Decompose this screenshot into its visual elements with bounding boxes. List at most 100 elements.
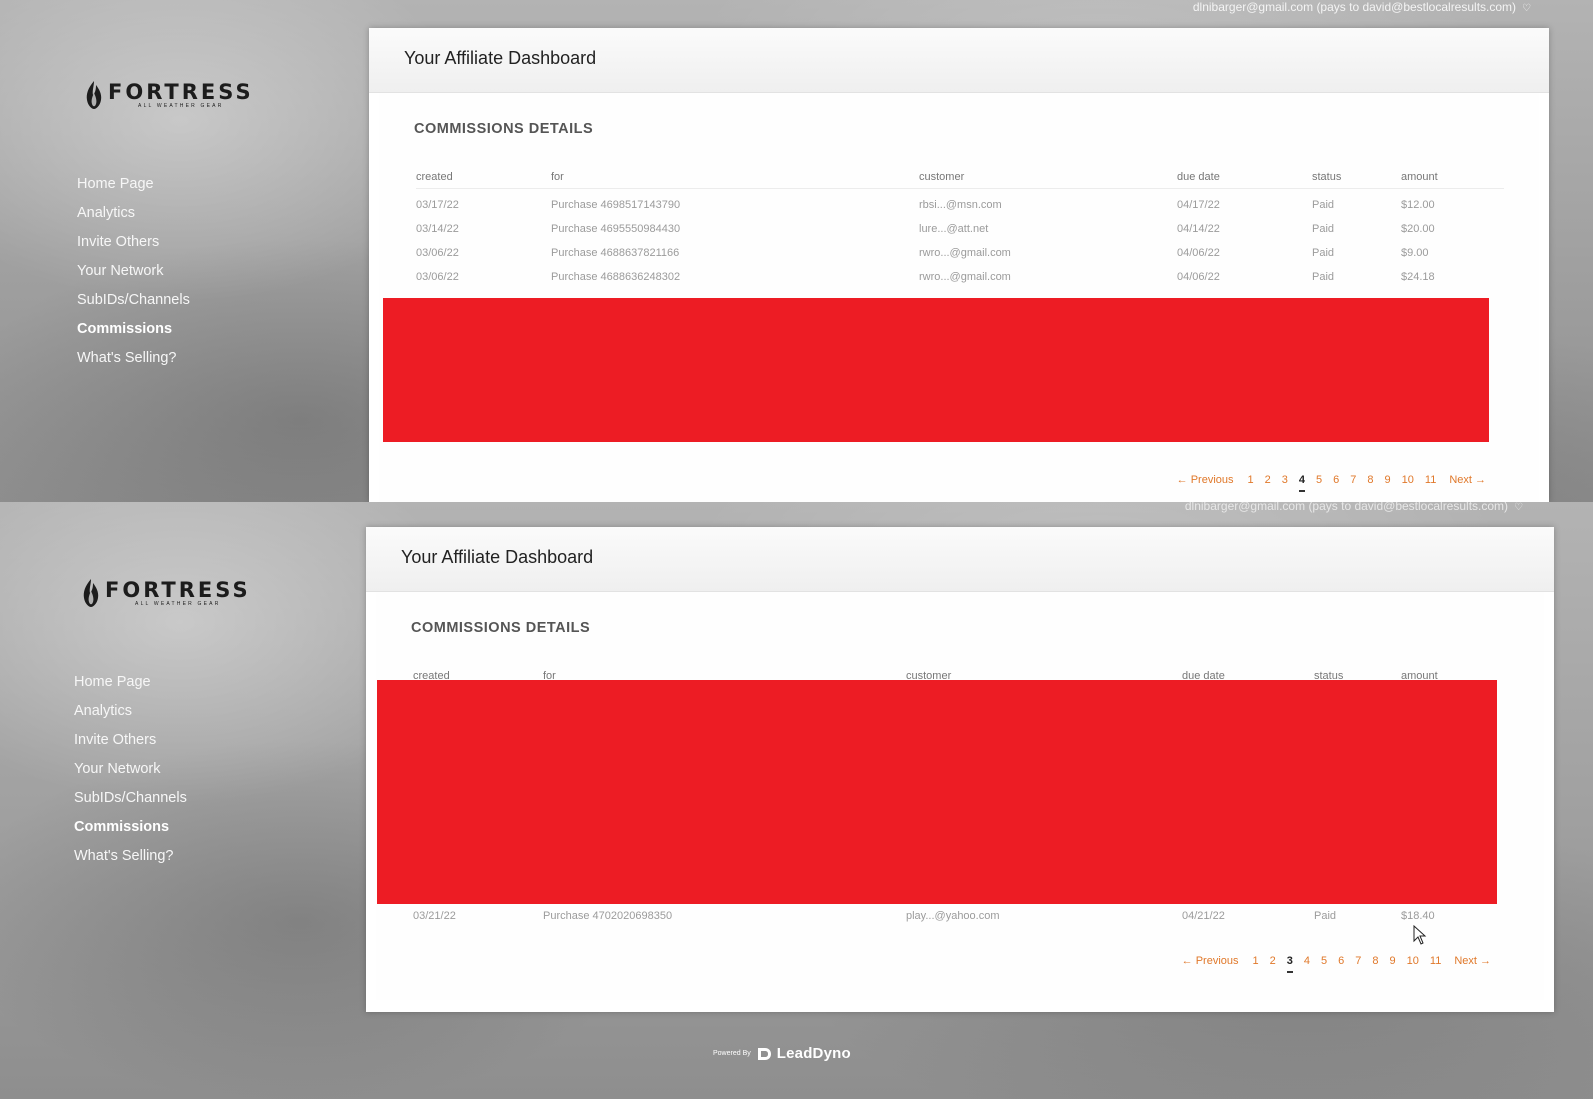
page-5[interactable]: 5 xyxy=(1316,474,1322,486)
commissions-card: COMMISSIONS DETAILS created for customer… xyxy=(379,93,1539,502)
cell-for: Purchase 4702020698350 xyxy=(543,910,673,922)
cell-created: 03/14/22 xyxy=(416,223,459,235)
cell-amount: $24.18 xyxy=(1401,271,1435,283)
cell-due-date: 04/17/22 xyxy=(1177,199,1220,211)
cell-amount: $12.00 xyxy=(1401,199,1435,211)
redaction-block xyxy=(383,298,1489,442)
logo-brand: FORTRESS xyxy=(105,577,251,602)
column-header-due-date[interactable]: due date xyxy=(1177,171,1220,183)
powered-by-label: Powered By xyxy=(713,1050,751,1057)
cell-status: Paid xyxy=(1312,247,1335,259)
cell-status: Paid xyxy=(1312,271,1335,283)
page-2[interactable]: 2 xyxy=(1270,955,1276,967)
leaddyno-logo-icon xyxy=(757,1047,771,1060)
cell-created: 03/17/22 xyxy=(416,199,459,211)
page-9[interactable]: 9 xyxy=(1390,955,1396,967)
pagination: ← Previous 1 2 3 4 5 6 7 8 9 10 11 Next … xyxy=(1177,474,1486,492)
cell-for: Purchase 4698517143790 xyxy=(551,199,681,211)
sidebar-nav: Home Page Analytics Invite Others Your N… xyxy=(74,668,187,871)
pagination-next[interactable]: Next → xyxy=(1454,955,1491,967)
nav-whats-selling[interactable]: What's Selling? xyxy=(74,842,187,871)
pagination-previous[interactable]: ← Previous xyxy=(1177,474,1234,486)
page-1[interactable]: 1 xyxy=(1253,955,1259,967)
cell-customer: play...@yahoo.com xyxy=(906,910,1000,922)
page-10[interactable]: 10 xyxy=(1407,955,1419,967)
account-email: dlnibarger@gmail.com (pays to david@best… xyxy=(1184,502,1509,513)
fortress-logo[interactable]: FORTRESS ALL WEATHER GEAR xyxy=(81,578,251,608)
page-6[interactable]: 6 xyxy=(1338,955,1344,967)
cell-customer: rwro...@gmail.com xyxy=(919,247,1011,259)
nav-subids-channels[interactable]: SubIDs/Channels xyxy=(77,286,190,315)
cell-customer: rwro...@gmail.com xyxy=(919,271,1011,283)
column-header-customer[interactable]: customer xyxy=(919,171,964,183)
commissions-card: COMMISSIONS DETAILS created for customer… xyxy=(376,592,1544,1000)
column-header-created[interactable]: created xyxy=(416,171,453,183)
page-9[interactable]: 9 xyxy=(1385,474,1391,486)
column-header-amount[interactable]: amount xyxy=(1401,171,1438,183)
nav-home-page[interactable]: Home Page xyxy=(74,668,187,697)
heart-outline-icon[interactable]: ♡ xyxy=(1514,502,1523,513)
page-2[interactable]: 2 xyxy=(1265,474,1271,486)
nav-whats-selling[interactable]: What's Selling? xyxy=(77,344,190,373)
account-email: dlnibarger@gmail.com (pays to david@best… xyxy=(1192,0,1517,14)
nav-commissions[interactable]: Commissions xyxy=(74,813,187,842)
fortress-logo[interactable]: FORTRESS ALL WEATHER GEAR xyxy=(84,80,254,110)
cell-customer: rbsi...@msn.com xyxy=(919,199,1002,211)
page-7[interactable]: 7 xyxy=(1350,474,1356,486)
header-divider xyxy=(416,188,1504,189)
section-title: COMMISSIONS DETAILS xyxy=(411,620,591,636)
cell-amount: $20.00 xyxy=(1401,223,1435,235)
nav-analytics[interactable]: Analytics xyxy=(77,199,190,228)
cell-created: 03/06/22 xyxy=(416,271,459,283)
nav-your-network[interactable]: Your Network xyxy=(74,755,187,784)
leaddyno-brand: LeadDyno xyxy=(776,1045,851,1062)
cell-amount: $18.40 xyxy=(1401,910,1435,922)
nav-commissions[interactable]: Commissions xyxy=(77,315,190,344)
account-menu[interactable]: dlnibarger@gmail.com (pays to david@best… xyxy=(1185,502,1523,513)
page-5[interactable]: 5 xyxy=(1321,955,1327,967)
cell-for: Purchase 4695550984430 xyxy=(551,223,681,235)
page-8[interactable]: 8 xyxy=(1367,474,1373,486)
column-header-for[interactable]: for xyxy=(551,171,564,183)
cell-customer: lure...@att.net xyxy=(919,223,989,235)
nav-invite-others[interactable]: Invite Others xyxy=(74,726,187,755)
nav-analytics[interactable]: Analytics xyxy=(74,697,187,726)
page-4[interactable]: 4 xyxy=(1304,955,1310,967)
page-11[interactable]: 11 xyxy=(1425,474,1436,486)
cell-created: 03/21/22 xyxy=(413,910,456,922)
page-title: Your Affiliate Dashboard xyxy=(401,547,594,567)
page-3-current[interactable]: 3 xyxy=(1286,955,1293,973)
pagination-next[interactable]: Next → xyxy=(1449,474,1486,486)
page-11[interactable]: 11 xyxy=(1430,955,1441,967)
column-header-status[interactable]: status xyxy=(1312,171,1341,183)
page-10[interactable]: 10 xyxy=(1402,474,1414,486)
page-3[interactable]: 3 xyxy=(1282,474,1288,486)
cell-due-date: 04/06/22 xyxy=(1177,271,1220,283)
heart-outline-icon[interactable]: ♡ xyxy=(1522,3,1531,14)
nav-home-page[interactable]: Home Page xyxy=(77,170,190,199)
screenshot-top: dlnibarger@gmail.com (pays to david@best… xyxy=(0,0,1593,502)
nav-invite-others[interactable]: Invite Others xyxy=(77,228,190,257)
page-4-current[interactable]: 4 xyxy=(1298,474,1306,492)
mouse-pointer-icon xyxy=(1413,925,1427,945)
redaction-block xyxy=(377,680,1497,904)
dashboard-panel: Your Affiliate Dashboard COMMISSIONS DET… xyxy=(366,527,1554,1012)
screenshot-bottom: dlnibarger@gmail.com (pays to david@best… xyxy=(0,502,1593,1099)
pagination: ← Previous 1 2 3 4 5 6 7 8 9 10 11 Next … xyxy=(1182,955,1491,973)
cell-amount: $9.00 xyxy=(1401,247,1429,259)
page-8[interactable]: 8 xyxy=(1372,955,1378,967)
logo-brand: FORTRESS xyxy=(108,79,254,104)
nav-subids-channels[interactable]: SubIDs/Channels xyxy=(74,784,187,813)
cell-status: Paid xyxy=(1312,199,1335,211)
page-1[interactable]: 1 xyxy=(1248,474,1254,486)
page-6[interactable]: 6 xyxy=(1333,474,1339,486)
page-7[interactable]: 7 xyxy=(1355,955,1361,967)
account-menu[interactable]: dlnibarger@gmail.com (pays to david@best… xyxy=(1193,0,1531,14)
fortress-flame-logo-icon xyxy=(83,579,99,607)
cell-status: Paid xyxy=(1312,223,1335,235)
cell-for: Purchase 4688637821166 xyxy=(551,247,680,259)
powered-by-leaddyno[interactable]: Powered By LeadDyno xyxy=(713,1045,851,1062)
pagination-previous[interactable]: ← Previous xyxy=(1182,955,1239,967)
nav-your-network[interactable]: Your Network xyxy=(77,257,190,286)
cell-status: Paid xyxy=(1314,910,1337,922)
